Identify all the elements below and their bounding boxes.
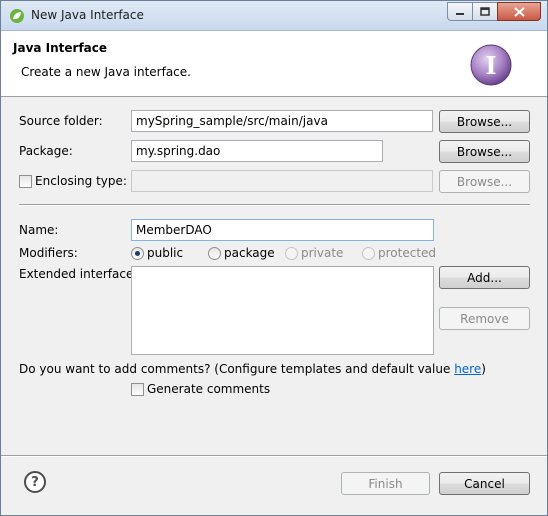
title-bar[interactable]: New Java Interface [1,1,547,31]
banner-title: Java Interface [13,41,108,55]
enclosing-type-label: Enclosing type: [35,174,127,188]
help-icon[interactable]: ? [24,471,46,493]
window-controls [447,2,541,22]
modifier-package-label: package [224,246,275,260]
source-folder-browse-button[interactable]: Browse... [439,110,530,133]
remove-interface-button[interactable]: Remove [439,307,530,330]
maximize-icon [480,7,490,16]
name-label: Name: [19,223,59,237]
package-field[interactable]: my.spring.dao [131,140,383,162]
separator [19,204,530,206]
package-label: Package: [19,144,73,158]
comments-question: Do you want to add comments? (Configure … [19,362,486,376]
package-browse-button[interactable]: Browse... [439,140,530,163]
modifier-public-label: public [147,246,184,260]
comments-question-text: Do you want to add comments? (Configure … [19,362,455,376]
close-button[interactable] [497,2,541,21]
finish-button[interactable]: Finish [341,472,430,495]
minimize-icon [456,12,464,15]
wizard-banner: Java Interface Create a new Java interfa… [1,31,547,97]
modifiers-label: Modifiers: [19,246,78,260]
svg-text:I: I [485,51,496,80]
source-folder-field[interactable]: mySpring_sample/src/main/java [131,110,433,132]
modifier-public-radio[interactable] [131,247,144,260]
spring-leaf-icon [10,9,24,23]
cancel-button[interactable]: Cancel [439,472,530,495]
configure-templates-link[interactable]: here [454,362,481,376]
enclosing-type-browse-button[interactable]: Browse... [439,170,530,193]
extended-interfaces-label: Extended interfaces: [19,267,144,281]
generate-comments-label: Generate comments [147,382,271,396]
banner-description: Create a new Java interface. [21,65,191,79]
maximize-button[interactable] [472,2,498,21]
new-java-interface-dialog: New Java Interface Java Interface Create… [0,0,548,516]
minimize-button[interactable] [447,2,473,21]
enclosing-type-field[interactable] [131,170,433,192]
name-field[interactable]: MemberDAO [131,219,434,241]
comments-question-end: ) [481,362,486,376]
modifier-package-radio[interactable] [208,247,221,260]
modifier-protected-radio[interactable] [362,247,375,260]
interface-wizard-icon: I [470,44,512,86]
modifier-private-label: private [301,246,344,260]
add-interface-button[interactable]: Add... [439,266,530,289]
enclosing-type-checkbox[interactable] [19,175,32,188]
extended-interfaces-list[interactable] [131,266,434,355]
footer-separator [1,455,547,457]
window-title: New Java Interface [31,8,144,22]
modifier-protected-label: protected [378,246,437,260]
close-icon [513,6,525,17]
generate-comments-checkbox[interactable] [131,383,144,396]
source-folder-label: Source folder: [19,114,103,128]
modifier-private-radio[interactable] [285,247,298,260]
